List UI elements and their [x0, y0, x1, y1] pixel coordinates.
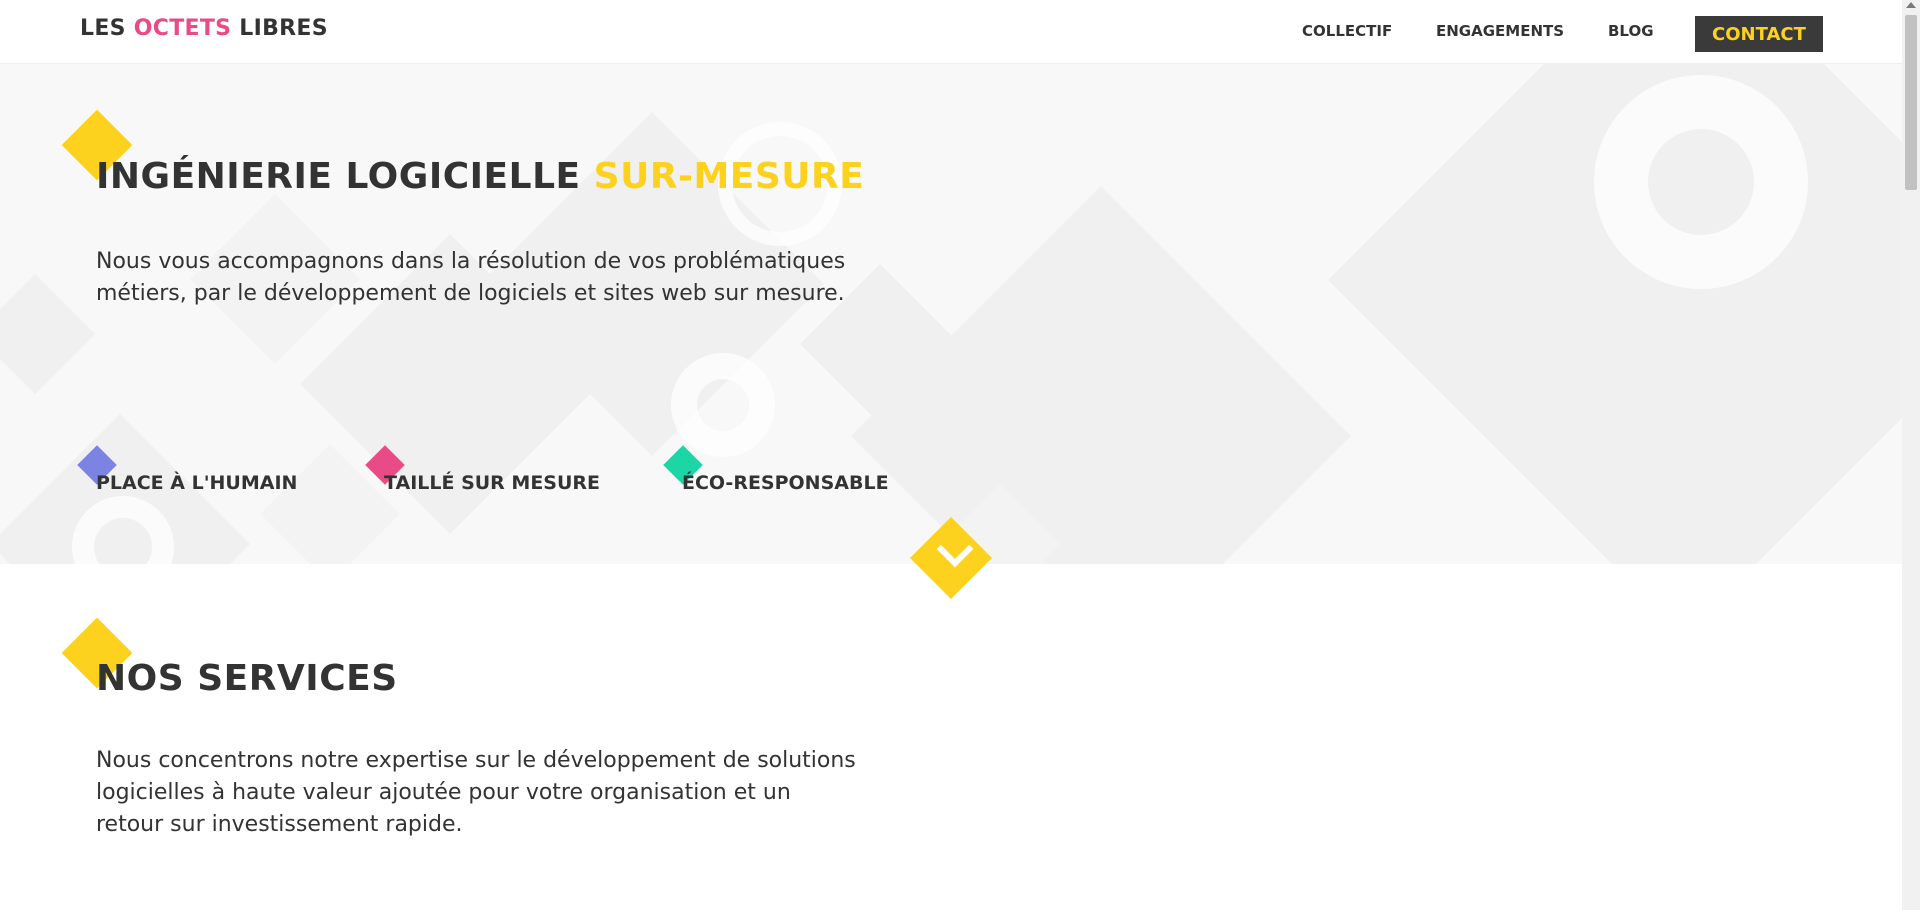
hero-title-main: INGÉNIERIE LOGICIELLE	[96, 156, 594, 197]
page-scrollbar[interactable]	[1902, 0, 1920, 910]
hero-title: INGÉNIERIE LOGICIELLE SUR-MESURE	[96, 156, 864, 197]
services-description: Nous concentrons notre expertise sur le …	[96, 748, 856, 837]
logo-text-libres: LIBRES	[231, 16, 328, 41]
services-title: NOS SERVICES	[96, 658, 398, 699]
hero-description: Nous vous accompagnons dans la résolutio…	[96, 249, 846, 306]
scroll-up-arrow-icon[interactable]	[1906, 2, 1916, 8]
site-logo[interactable]: LES OCTETS LIBRES	[80, 16, 328, 41]
site-header: LES OCTETS LIBRES COLLECTIF ENGAGEMENTS …	[0, 0, 1902, 64]
hero-section: INGÉNIERIE LOGICIELLE SUR-MESURE Nous vo…	[0, 64, 1902, 564]
feature-place-humain: PLACE À L'HUMAIN	[96, 472, 298, 494]
logo-text-les: LES	[80, 16, 134, 41]
feature-taille-sur-mesure: TAILLÉ SUR MESURE	[384, 472, 601, 494]
hero-title-highlight: SUR-MESURE	[593, 156, 865, 197]
nav-link-blog[interactable]: BLOG	[1608, 22, 1654, 40]
logo-text-octets: OCTETS	[133, 16, 232, 41]
nav-link-collectif[interactable]: COLLECTIF	[1302, 22, 1392, 40]
scrollbar-thumb[interactable]	[1905, 15, 1917, 190]
nav-link-engagements[interactable]: ENGAGEMENTS	[1436, 22, 1564, 40]
contact-button[interactable]: CONTACT	[1695, 16, 1823, 52]
feature-eco-responsable: ÉCO-RESPONSABLE	[682, 472, 889, 494]
